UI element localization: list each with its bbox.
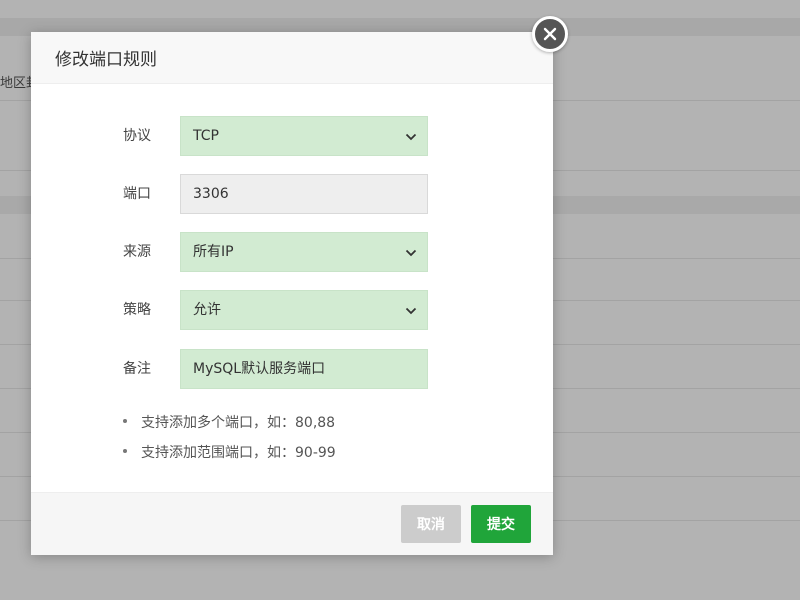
policy-label: 策略	[123, 302, 151, 318]
dialog-title: 修改端口规则	[55, 50, 157, 70]
close-icon	[543, 27, 557, 41]
chevron-down-icon	[405, 249, 417, 257]
tip-item: 支持添加范围端口，如：90-99	[123, 442, 336, 462]
cancel-button[interactable]: 取消	[401, 505, 461, 543]
chevron-down-icon	[405, 133, 417, 141]
policy-select[interactable]: 允许	[180, 290, 428, 330]
protocol-label: 协议	[123, 128, 151, 144]
tip-item: 支持添加多个端口，如：80,88	[123, 412, 335, 432]
port-label: 端口	[123, 186, 151, 202]
policy-value: 允许	[193, 302, 221, 318]
chevron-down-icon	[405, 307, 417, 315]
port-input[interactable]: 3306	[180, 174, 428, 214]
remark-input[interactable]: MySQL默认服务端口	[180, 349, 428, 389]
close-button[interactable]	[532, 16, 568, 52]
source-value: 所有IP	[193, 244, 234, 260]
port-row: 端口 3306	[31, 174, 553, 214]
port-value: 3306	[193, 186, 229, 202]
source-row: 来源 所有IP	[31, 232, 553, 272]
protocol-select[interactable]: TCP	[180, 116, 428, 156]
policy-row: 策略 允许	[31, 290, 553, 330]
tip-text: 支持添加多个端口，如：80,88	[141, 415, 336, 431]
dialog-header: 修改端口规则	[31, 32, 553, 84]
tip-text: 支持添加范围端口，如：90-99	[141, 445, 336, 461]
source-label: 来源	[123, 244, 151, 260]
edit-port-rule-dialog: 修改端口规则 协议 TCP 端口 3306 来源 所有IP 策略 允许 备注 M…	[31, 32, 553, 555]
source-select[interactable]: 所有IP	[180, 232, 428, 272]
remark-row: 备注 MySQL默认服务端口	[31, 349, 553, 389]
bullet-icon	[123, 449, 127, 453]
remark-label: 备注	[123, 361, 151, 377]
protocol-row: 协议 TCP	[31, 116, 553, 156]
remark-value: MySQL默认服务端口	[193, 361, 326, 377]
bullet-icon	[123, 419, 127, 423]
dialog-footer: 取消 提交	[31, 492, 553, 555]
submit-button[interactable]: 提交	[471, 505, 531, 543]
protocol-value: TCP	[193, 128, 219, 144]
